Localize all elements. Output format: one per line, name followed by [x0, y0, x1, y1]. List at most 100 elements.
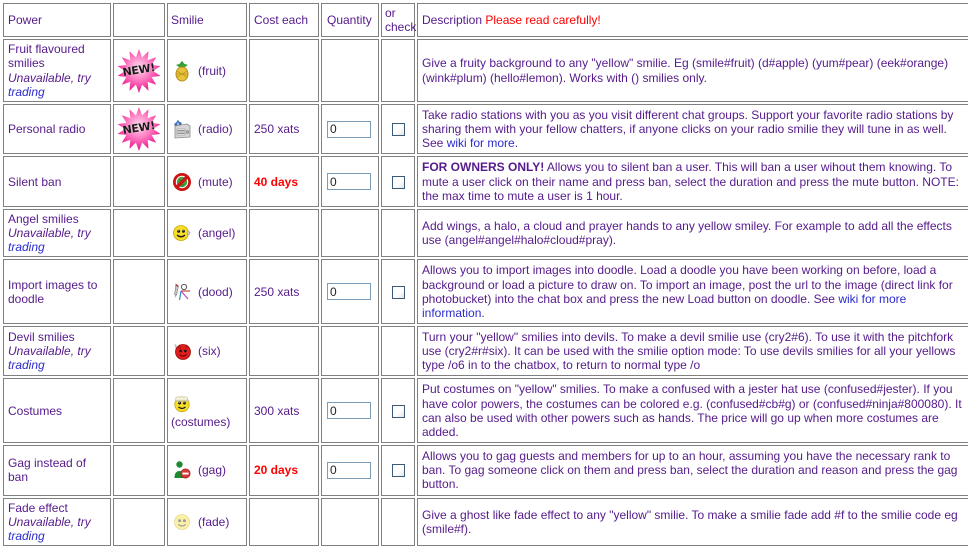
smilie-code: (gag) — [198, 463, 227, 478]
smilie-code: (fruit) — [198, 63, 226, 78]
wiki-link[interactable]: wiki for more — [447, 136, 515, 150]
new-badge-cell — [113, 378, 165, 444]
checkbox-cell — [381, 325, 415, 377]
cost-value: 20 days — [254, 463, 299, 478]
smilie-cell: (angel) — [167, 208, 247, 258]
trading-link[interactable]: trading — [8, 85, 45, 99]
power-name-cell: Devil smilies Unavailable, try trading — [3, 325, 111, 377]
table-row: Fruit flavoured smilies Unavailable, try … — [3, 39, 968, 102]
description-cell: Turn your "yellow" smilies into devils. … — [417, 325, 968, 377]
header-power: Power — [3, 3, 111, 38]
quantity-input[interactable] — [327, 283, 371, 301]
power-name: Silent ban — [8, 174, 62, 189]
power-name-cell: Personal radio — [3, 103, 111, 155]
quantity-cell — [321, 497, 379, 546]
description-cell: FOR OWNERS ONLY! Allows you to silent ba… — [417, 156, 968, 207]
power-name: Angel smilies — [8, 211, 79, 226]
smilie-cell: (six) — [167, 325, 247, 377]
quantity-input[interactable] — [327, 461, 371, 479]
table-header-row: Power Smilie Cost each Quantity or check … — [3, 3, 968, 38]
cost-cell — [249, 39, 319, 102]
select-checkbox[interactable] — [391, 175, 405, 189]
power-name-cell: Fruit flavoured smilies Unavailable, try … — [3, 39, 111, 102]
desc-emphasis: FOR OWNERS ONLY! — [422, 160, 545, 175]
description-cell: Give a fruity background to any "yellow"… — [417, 39, 968, 102]
cost-value: 40 days — [254, 174, 299, 189]
checkbox-cell — [381, 39, 415, 102]
unavailable-note: Unavailable, try trading — [8, 226, 91, 255]
description-cell: Add wings, a halo, a cloud and prayer ha… — [417, 208, 968, 258]
table-row: Fade effect Unavailable, try trading (fad… — [3, 497, 968, 546]
smilie-cell: (fruit) — [167, 39, 247, 102]
new-badge-cell: NEW! — [113, 39, 165, 102]
trading-link[interactable]: trading — [8, 358, 45, 372]
quantity-cell — [321, 103, 379, 155]
quantity-cell — [321, 378, 379, 444]
power-name: Import images to doodle — [8, 277, 98, 306]
cost-value: 300 xats — [254, 403, 300, 418]
trading-link[interactable]: trading — [8, 529, 45, 543]
power-name-cell: Gag instead of ban — [3, 445, 111, 496]
power-name-cell: Angel smilies Unavailable, try trading — [3, 208, 111, 258]
cost-cell — [249, 325, 319, 377]
quantity-cell — [321, 259, 379, 324]
powers-table: Power Smilie Cost each Quantity or check … — [1, 1, 968, 548]
select-checkbox[interactable] — [391, 404, 405, 418]
wiki-link[interactable]: wiki for more information — [422, 292, 906, 320]
unavailable-note: Unavailable, try trading — [8, 514, 91, 543]
power-name: Devil smilies — [8, 329, 75, 344]
cost-value: 250 xats — [254, 122, 300, 137]
smilie-code: (costumes) — [171, 415, 231, 430]
gag-icon — [171, 459, 193, 481]
quantity-cell — [321, 208, 379, 258]
cost-cell: 40 days — [249, 156, 319, 207]
description-cell: Put costumes on "yellow" smilies. To mak… — [417, 378, 968, 444]
new-badge-cell: NEW! — [113, 103, 165, 155]
power-name: Fade effect — [8, 500, 68, 515]
smilie-code: (six) — [198, 344, 221, 359]
quantity-input[interactable] — [327, 120, 371, 138]
quantity-input[interactable] — [327, 173, 371, 191]
smilie-cell: (gag) — [167, 445, 247, 496]
mute-icon — [171, 171, 193, 193]
quantity-input[interactable] — [327, 402, 371, 420]
angel-icon — [171, 222, 193, 244]
cost-cell — [249, 497, 319, 546]
checkbox-cell — [381, 259, 415, 324]
new-badge: NEW! — [116, 48, 162, 94]
smilie-code: (fade) — [198, 514, 230, 529]
checkbox-cell — [381, 445, 415, 496]
checkbox-cell — [381, 103, 415, 155]
unavailable-note: Unavailable, try trading — [8, 70, 91, 99]
quantity-cell — [321, 156, 379, 207]
power-name-cell: Silent ban — [3, 156, 111, 207]
quantity-cell — [321, 445, 379, 496]
cost-cell: 250 xats — [249, 103, 319, 155]
cost-cell: 250 xats — [249, 259, 319, 324]
description-cell: Take radio stations with you as you visi… — [417, 103, 968, 155]
header-new — [113, 3, 165, 38]
doodle-icon — [171, 281, 193, 303]
description-cell: Allows you to import images into doodle.… — [417, 259, 968, 324]
cost-cell: 20 days — [249, 445, 319, 496]
header-description: Description Please read carefully! — [417, 3, 968, 38]
select-checkbox[interactable] — [391, 285, 405, 299]
smilie-cell: (dood) — [167, 259, 247, 324]
new-badge-cell — [113, 497, 165, 546]
read-carefully-warning: Please read carefully! — [485, 13, 601, 28]
table-row: Personal radio NEW! (radio) 250 xats Tak… — [3, 103, 968, 155]
power-name: Fruit flavoured smilies — [8, 42, 85, 71]
quantity-cell — [321, 325, 379, 377]
select-checkbox[interactable] — [391, 464, 405, 478]
smilie-cell: (radio) — [167, 103, 247, 155]
table-row: Angel smilies Unavailable, try trading (a… — [3, 208, 968, 258]
power-name-cell: Costumes — [3, 378, 111, 444]
devil-icon — [171, 340, 193, 362]
new-badge-cell — [113, 208, 165, 258]
select-checkbox[interactable] — [391, 123, 405, 137]
header-quantity: Quantity — [321, 3, 379, 38]
smilie-cell: (costumes) — [167, 378, 247, 444]
cost-cell: 300 xats — [249, 378, 319, 444]
quantity-cell — [321, 39, 379, 102]
trading-link[interactable]: trading — [8, 240, 45, 254]
